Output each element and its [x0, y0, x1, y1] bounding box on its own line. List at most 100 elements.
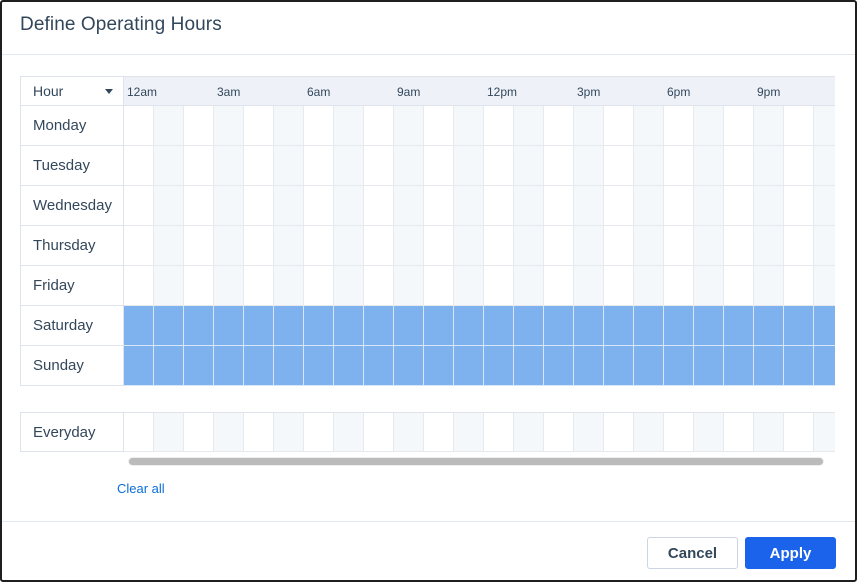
- day-hour-cell[interactable]: [604, 146, 634, 186]
- day-hour-cell[interactable]: [244, 346, 274, 386]
- day-hour-cell[interactable]: [274, 346, 304, 386]
- everyday-hour-cell[interactable]: [814, 413, 835, 452]
- day-hour-cell[interactable]: [484, 226, 514, 266]
- day-hour-cell[interactable]: [514, 106, 544, 146]
- day-hour-cell[interactable]: [424, 266, 454, 306]
- day-hour-cell[interactable]: [334, 226, 364, 266]
- day-hour-cell[interactable]: [514, 186, 544, 226]
- day-hour-cell[interactable]: [694, 306, 724, 346]
- everyday-hour-cell[interactable]: [154, 413, 184, 452]
- day-hour-cell[interactable]: [604, 226, 634, 266]
- day-hour-cell[interactable]: [364, 106, 394, 146]
- day-hour-cell[interactable]: [124, 306, 154, 346]
- day-hour-cell[interactable]: [424, 106, 454, 146]
- day-hour-cell[interactable]: [544, 346, 574, 386]
- day-hour-cell[interactable]: [784, 346, 814, 386]
- day-hour-cell[interactable]: [154, 346, 184, 386]
- day-hour-cell[interactable]: [574, 146, 604, 186]
- day-hour-cell[interactable]: [544, 106, 574, 146]
- everyday-hour-cell[interactable]: [394, 413, 424, 452]
- day-hour-cell[interactable]: [124, 266, 154, 306]
- day-hour-cell[interactable]: [304, 346, 334, 386]
- day-hour-cell[interactable]: [184, 186, 214, 226]
- day-hour-cell[interactable]: [544, 146, 574, 186]
- everyday-hour-cell[interactable]: [454, 413, 484, 452]
- day-hour-cell[interactable]: [274, 186, 304, 226]
- day-hour-cell[interactable]: [724, 186, 754, 226]
- day-hour-cell[interactable]: [394, 226, 424, 266]
- day-hour-cell[interactable]: [184, 346, 214, 386]
- day-hour-cell[interactable]: [154, 226, 184, 266]
- day-hour-cell[interactable]: [244, 306, 274, 346]
- day-hour-cell[interactable]: [484, 266, 514, 306]
- everyday-hour-cell[interactable]: [244, 413, 274, 452]
- day-hour-cell[interactable]: [724, 346, 754, 386]
- day-hour-cell[interactable]: [784, 266, 814, 306]
- day-hour-cell[interactable]: [604, 306, 634, 346]
- day-hour-cell[interactable]: [334, 346, 364, 386]
- day-hour-cell[interactable]: [604, 106, 634, 146]
- day-hour-cell[interactable]: [484, 306, 514, 346]
- day-hour-cell[interactable]: [454, 266, 484, 306]
- day-hour-cell[interactable]: [184, 306, 214, 346]
- day-hour-cell[interactable]: [244, 106, 274, 146]
- day-hour-cell[interactable]: [604, 266, 634, 306]
- day-hour-cell[interactable]: [304, 186, 334, 226]
- day-hour-cell[interactable]: [784, 106, 814, 146]
- day-hour-cell[interactable]: [394, 346, 424, 386]
- day-hour-cell[interactable]: [394, 306, 424, 346]
- day-hour-cell[interactable]: [454, 306, 484, 346]
- day-hour-cell[interactable]: [724, 106, 754, 146]
- day-hour-cell[interactable]: [154, 106, 184, 146]
- day-hour-cell[interactable]: [244, 186, 274, 226]
- day-hour-cell[interactable]: [604, 186, 634, 226]
- day-hour-cell[interactable]: [334, 186, 364, 226]
- day-hour-cell[interactable]: [454, 146, 484, 186]
- day-hour-cell[interactable]: [514, 346, 544, 386]
- day-hour-cell[interactable]: [754, 106, 784, 146]
- everyday-hour-cell[interactable]: [574, 413, 604, 452]
- day-hour-cell[interactable]: [514, 226, 544, 266]
- day-hour-cell[interactable]: [694, 186, 724, 226]
- day-hour-cell[interactable]: [394, 146, 424, 186]
- everyday-hour-cell[interactable]: [334, 413, 364, 452]
- day-hour-cell[interactable]: [724, 306, 754, 346]
- day-hour-cell[interactable]: [424, 306, 454, 346]
- day-hour-cell[interactable]: [754, 346, 784, 386]
- day-hour-cell[interactable]: [274, 266, 304, 306]
- day-hour-cell[interactable]: [424, 146, 454, 186]
- day-hour-cell[interactable]: [664, 186, 694, 226]
- day-hour-cell[interactable]: [814, 146, 835, 186]
- day-hour-cell[interactable]: [364, 146, 394, 186]
- day-hour-cell[interactable]: [364, 346, 394, 386]
- day-hour-cell[interactable]: [334, 306, 364, 346]
- day-hour-cell[interactable]: [484, 346, 514, 386]
- day-hour-cell[interactable]: [304, 106, 334, 146]
- day-hour-cell[interactable]: [304, 306, 334, 346]
- day-hour-cell[interactable]: [364, 306, 394, 346]
- day-hour-cell[interactable]: [214, 186, 244, 226]
- day-hour-cell[interactable]: [754, 306, 784, 346]
- scrollbar-thumb[interactable]: [129, 458, 823, 465]
- day-hour-cell[interactable]: [814, 266, 835, 306]
- day-hour-cell[interactable]: [634, 146, 664, 186]
- day-hour-cell[interactable]: [634, 186, 664, 226]
- day-hour-cell[interactable]: [364, 186, 394, 226]
- day-hour-cell[interactable]: [394, 186, 424, 226]
- day-hour-cell[interactable]: [244, 226, 274, 266]
- everyday-hour-cell[interactable]: [124, 413, 154, 452]
- day-hour-cell[interactable]: [334, 266, 364, 306]
- everyday-hour-cell[interactable]: [694, 413, 724, 452]
- day-hour-cell[interactable]: [124, 186, 154, 226]
- day-hour-cell[interactable]: [754, 146, 784, 186]
- day-hour-cell[interactable]: [454, 186, 484, 226]
- day-hour-cell[interactable]: [754, 266, 784, 306]
- day-hour-cell[interactable]: [304, 266, 334, 306]
- day-hour-cell[interactable]: [814, 186, 835, 226]
- day-hour-cell[interactable]: [244, 266, 274, 306]
- day-hour-cell[interactable]: [274, 106, 304, 146]
- day-hour-cell[interactable]: [784, 306, 814, 346]
- day-hour-cell[interactable]: [364, 226, 394, 266]
- day-hour-cell[interactable]: [364, 266, 394, 306]
- everyday-hour-cell[interactable]: [424, 413, 454, 452]
